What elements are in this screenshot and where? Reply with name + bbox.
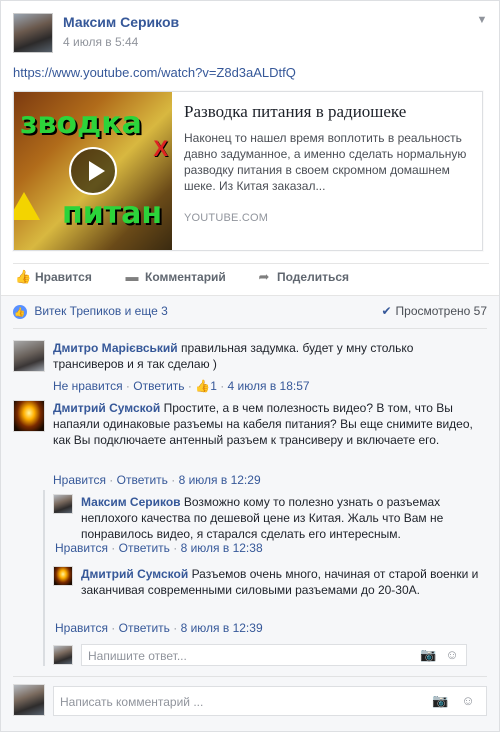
comment-item: Дмитрий Сумской Простите, а в чем полезн… [13, 400, 487, 490]
speech-bubble-icon: ▬ [125, 269, 139, 284]
comment-input[interactable]: Написать комментарий ... 📷 ☺ [53, 686, 487, 716]
current-user-avatar [13, 684, 45, 716]
replier-name[interactable]: Максим Сериков [81, 495, 181, 509]
likers-link[interactable]: Витек Трепиков и еще 3 [34, 304, 167, 318]
preview-text: Разводка питания в радиошеке Наконец то … [184, 102, 474, 224]
reply-link[interactable]: Ответить [117, 473, 168, 487]
comment-timestamp[interactable]: 8 июля в 12:29 [179, 473, 261, 487]
thumbnail-caption-bottom: питан [62, 196, 163, 231]
preview-title[interactable]: Разводка питания в радиошеке [184, 102, 474, 122]
preview-description: Наконец то нашел время воплотить в реаль… [184, 131, 467, 193]
camera-icon[interactable]: 📷 [432, 693, 448, 709]
camera-icon[interactable]: 📷 [420, 647, 436, 663]
comment-input-placeholder: Написать комментарий ... [60, 695, 204, 709]
commenter-avatar[interactable] [13, 340, 45, 372]
reply-timestamp[interactable]: 8 июля в 12:39 [181, 621, 263, 635]
thumbnail-caption-side: Х [153, 136, 168, 161]
post-timestamp[interactable]: 4 июля в 5:44 [63, 35, 138, 49]
emoji-icon[interactable]: ☺ [460, 693, 476, 709]
post-card: Максим Сериков 4 июля в 5:44 ▼ https://w… [0, 0, 500, 732]
replier-avatar[interactable] [53, 566, 73, 586]
divider [13, 328, 487, 329]
play-icon[interactable] [69, 147, 117, 195]
replier-name[interactable]: Дмитрий Сумской [81, 567, 188, 581]
reply-body: Дмитрий Сумской Разъемов очень много, на… [81, 566, 481, 598]
video-thumbnail[interactable]: зводка Х питан [14, 92, 172, 250]
checkmark-icon: ✔ [381, 304, 392, 318]
comment-item: Дмитро Марієвський правильная задумка. б… [13, 340, 487, 394]
share-button[interactable]: ➦ Поделиться [257, 269, 350, 285]
like-button[interactable]: 👍 Нравится [15, 269, 92, 285]
link-preview[interactable]: зводка Х питан Разводка питания в радиош… [13, 91, 483, 251]
current-user-avatar [53, 645, 73, 665]
reply-link[interactable]: Ответить [133, 379, 184, 393]
reply-timestamp[interactable]: 8 июля в 12:38 [181, 541, 263, 555]
reply-thread-line [43, 490, 45, 666]
unlike-comment-link[interactable]: Не нравится [53, 379, 123, 393]
comment-like-count[interactable]: 1 [210, 379, 217, 393]
like-reply-link[interactable]: Нравится [55, 541, 108, 555]
comment-button-label: Комментарий [145, 270, 226, 284]
reply-meta: Нравится · Ответить · 8 июля в 12:38 [55, 541, 263, 555]
comment-button[interactable]: ▬ Комментарий [125, 269, 226, 285]
like-badge-icon: 👍 [13, 304, 27, 319]
seen-count: ✔ Просмотрено 57 [381, 304, 487, 318]
chevron-down-icon[interactable]: ▼ [475, 13, 489, 27]
action-bar: 👍 Нравится ▬ Комментарий ➦ Поделиться [13, 263, 489, 291]
reply-item: Максим Сериков Возможно кому то полезно … [53, 494, 487, 558]
post-header: Максим Сериков 4 июля в 5:44 ▼ [13, 13, 489, 53]
reply-link[interactable]: Ответить [119, 621, 170, 635]
emoji-icon[interactable]: ☺ [444, 647, 460, 663]
replier-avatar[interactable] [53, 494, 73, 514]
comment-meta: Не нравится · Ответить · 👍1 · 4 июля в 1… [53, 379, 310, 393]
thumbnail-caption-top: зводка [20, 106, 142, 141]
commenter-name[interactable]: Дмитро Марієвський [53, 341, 178, 355]
author-name-link[interactable]: Максим Сериков [63, 14, 179, 30]
reply-meta: Нравится · Ответить · 8 июля в 12:39 [55, 621, 263, 635]
post-url-link[interactable]: https://www.youtube.com/watch?v=Z8d3aALD… [13, 65, 296, 80]
reply-item: Дмитрий Сумской Разъемов очень много, на… [53, 566, 487, 635]
comment-body: Дмитрий Сумской Простите, а в чем полезн… [53, 400, 483, 448]
comment-timestamp[interactable]: 4 июля в 18:57 [228, 379, 310, 393]
share-arrow-icon: ➦ [258, 269, 270, 284]
preview-domain: YOUTUBE.COM [184, 212, 269, 224]
warning-sign-graphic [14, 192, 40, 220]
reply-input-placeholder: Напишите ответ... [88, 649, 187, 663]
comment-body: Дмитро Марієвський правильная задумка. б… [53, 340, 483, 372]
commenter-name[interactable]: Дмитрий Сумской [53, 401, 160, 415]
author-avatar[interactable] [13, 13, 53, 53]
seen-count-label: Просмотрено 57 [395, 304, 487, 318]
reply-link[interactable]: Ответить [119, 541, 170, 555]
likes-summary: 👍 Витек Трепиков и еще 3 ✔ Просмотрено 57 [13, 304, 487, 324]
share-button-label: Поделиться [277, 270, 350, 284]
thumbs-up-icon: 👍 [15, 269, 32, 284]
comment-meta: Нравится · Ответить · 8 июля в 12:29 [53, 473, 261, 487]
like-comment-link[interactable]: Нравится [53, 473, 106, 487]
reply-input[interactable]: Напишите ответ... 📷 ☺ [81, 644, 467, 666]
like-reply-link[interactable]: Нравится [55, 621, 108, 635]
reply-body: Максим Сериков Возможно кому то полезно … [81, 494, 481, 542]
thumbs-up-icon[interactable]: 👍 [195, 379, 210, 393]
feedback-section: 👍 Витек Трепиков и еще 3 ✔ Просмотрено 57… [1, 295, 499, 731]
like-button-label: Нравится [35, 270, 92, 284]
divider [13, 676, 487, 677]
commenter-avatar[interactable] [13, 400, 45, 432]
